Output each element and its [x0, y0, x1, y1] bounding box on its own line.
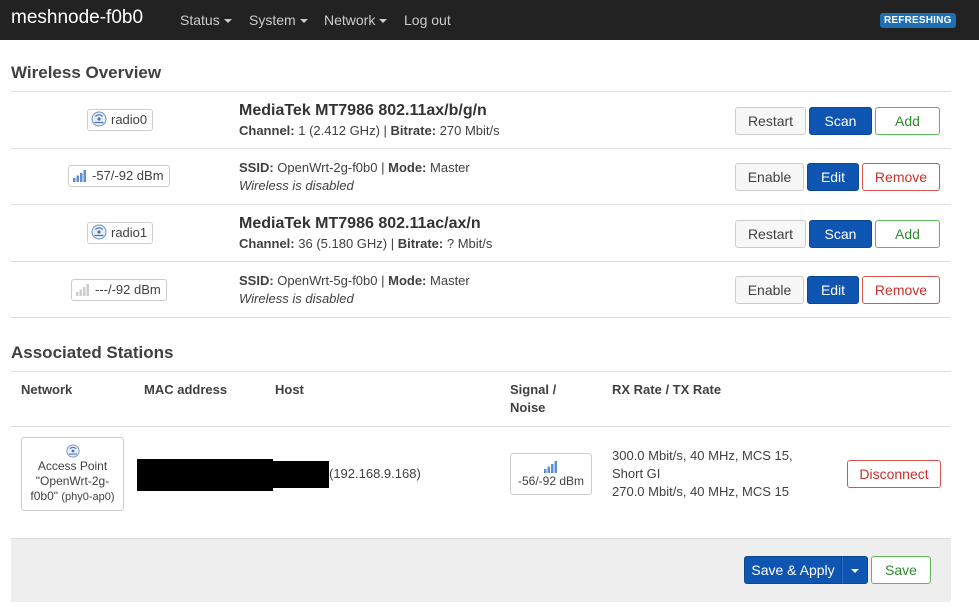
divider — [11, 371, 951, 372]
rx-rate-gi: Short GI — [612, 466, 661, 481]
divider — [11, 148, 951, 149]
chevron-down-icon — [299, 19, 308, 23]
signal-value: -57/-92 dBm — [92, 168, 164, 183]
wifi-radio-icon — [91, 224, 107, 240]
associated-stations-title: Associated Stations — [11, 343, 174, 362]
network1-edit-button[interactable]: Edit — [807, 276, 859, 304]
save-button[interactable]: Save — [871, 556, 931, 584]
refreshing-badge[interactable]: REFRESHING — [880, 13, 956, 28]
nav-network-label: Network — [324, 12, 376, 28]
radio1-details: Channel: 36 (5.180 GHz) | Bitrate: ? Mbi… — [239, 236, 493, 251]
access-point-badge: Access Point "OpenWrt-2g- f0b0" (phy0-ap… — [21, 437, 124, 511]
redacted-hostname — [271, 461, 329, 488]
radio1-scan-button[interactable]: Scan — [809, 220, 872, 248]
column-host: Host — [275, 382, 304, 397]
mode-label: Mode: — [388, 273, 427, 288]
divider — [11, 204, 951, 205]
ap-line2: "OpenWrt-2g- — [35, 474, 110, 488]
ap-iface: (phy0-ap0) — [61, 491, 115, 503]
wifi-radio-icon — [91, 111, 107, 127]
wifi-radio-icon — [65, 444, 80, 458]
column-mac-address: MAC address — [144, 382, 228, 397]
bitrate-value: ? Mbit/s — [446, 236, 493, 251]
network0-remove-button[interactable]: Remove — [862, 163, 940, 191]
nav-status[interactable]: Status — [180, 12, 232, 28]
station-signal-value: -56/-92 dBm — [517, 474, 585, 488]
ssid-value: OpenWrt-5g-f0b0 — [277, 273, 378, 288]
save-apply-button[interactable]: Save & Apply — [744, 556, 842, 584]
divider — [11, 317, 951, 318]
mode-value: Master — [430, 273, 470, 288]
chevron-down-icon — [851, 569, 859, 573]
disconnect-button[interactable]: Disconnect — [847, 460, 941, 488]
ssid-label: SSID: — [239, 160, 274, 175]
ap-ssid-end: f0b0" — [30, 489, 59, 503]
network0-ssid-line: SSID: OpenWrt-2g-f0b0 | Mode: Master — [239, 160, 470, 175]
nav-status-label: Status — [180, 12, 220, 28]
network1-ssid-line: SSID: OpenWrt-5g-f0b0 | Mode: Master — [239, 273, 470, 288]
network1-enable-button[interactable]: Enable — [735, 276, 804, 304]
column-signal: Signal / — [510, 382, 557, 397]
ap-line1: Access Point — [37, 459, 108, 473]
radio0-badge: radio0 — [87, 109, 154, 131]
network0-enable-button[interactable]: Enable — [735, 163, 804, 191]
radio1-badge: radio1 — [87, 222, 154, 244]
ap-line3: f0b0" (phy0-ap0) — [22, 489, 123, 505]
column-rx-tx-rate: RX Rate / TX Rate — [612, 382, 722, 397]
radio1-add-button[interactable]: Add — [875, 220, 940, 248]
divider — [11, 91, 951, 92]
ssid-label: SSID: — [239, 273, 274, 288]
radio0-name: MediaTek MT7986 802.11ax/b/g/n — [239, 102, 487, 119]
signal-value: ---/-92 dBm — [95, 282, 161, 297]
nav-network[interactable]: Network — [324, 12, 388, 28]
nav-logout[interactable]: Log out — [404, 12, 451, 28]
radio0-restart-button[interactable]: Restart — [735, 107, 806, 135]
tx-rate: 270.0 Mbit/s, 40 MHz, MCS 15 — [612, 484, 790, 499]
save-apply-dropdown[interactable] — [842, 556, 868, 584]
brand-hostname[interactable]: meshnode-f0b0 — [11, 7, 143, 29]
nav-system[interactable]: System — [249, 12, 308, 28]
signal-badge: ---/-92 dBm — [71, 279, 167, 301]
divider — [11, 261, 951, 262]
network1-state: Wireless is disabled — [239, 291, 354, 306]
network0-edit-button[interactable]: Edit — [807, 163, 859, 191]
network1-remove-button[interactable]: Remove — [862, 276, 940, 304]
channel-label: Channel: — [239, 236, 295, 251]
radio0-label: radio0 — [111, 112, 148, 127]
signal-none-icon — [76, 284, 89, 296]
nav-system-label: System — [249, 12, 296, 28]
chevron-down-icon — [223, 19, 232, 23]
bitrate-label: Bitrate: — [397, 236, 444, 251]
column-noise: Noise — [510, 400, 546, 415]
chevron-down-icon — [379, 19, 388, 23]
station-signal-badge: -56/-92 dBm — [510, 453, 592, 495]
host-ip: (192.168.9.168) — [329, 466, 421, 481]
ssid-value: OpenWrt-2g-f0b0 — [277, 160, 378, 175]
channel-label: Channel: — [239, 123, 295, 138]
radio1-name: MediaTek MT7986 802.11ac/ax/n — [239, 215, 481, 232]
radio1-restart-button[interactable]: Restart — [735, 220, 806, 248]
radio1-label: radio1 — [111, 225, 148, 240]
top-navbar: meshnode-f0b0 Status System Network Log … — [0, 0, 979, 40]
signal-strength-icon — [73, 170, 86, 182]
channel-value: 1 (2.412 GHz) — [298, 123, 380, 138]
redacted-mac — [137, 459, 273, 491]
radio0-add-button[interactable]: Add — [875, 107, 940, 135]
mode-label: Mode: — [388, 160, 427, 175]
wireless-overview-title: Wireless Overview — [11, 63, 162, 82]
bitrate-label: Bitrate: — [390, 123, 437, 138]
network0-state: Wireless is disabled — [239, 178, 354, 193]
signal-strength-icon — [544, 461, 557, 473]
radio0-details: Channel: 1 (2.412 GHz) | Bitrate: 270 Mb… — [239, 123, 500, 138]
divider — [11, 426, 951, 427]
rx-rate: 300.0 Mbit/s, 40 MHz, MCS 15, — [612, 448, 793, 463]
column-network: Network — [21, 382, 73, 397]
channel-value: 36 (5.180 GHz) — [298, 236, 388, 251]
bitrate-value: 270 Mbit/s — [439, 123, 500, 138]
radio0-scan-button[interactable]: Scan — [809, 107, 872, 135]
mode-value: Master — [430, 160, 470, 175]
signal-badge: -57/-92 dBm — [68, 165, 170, 187]
